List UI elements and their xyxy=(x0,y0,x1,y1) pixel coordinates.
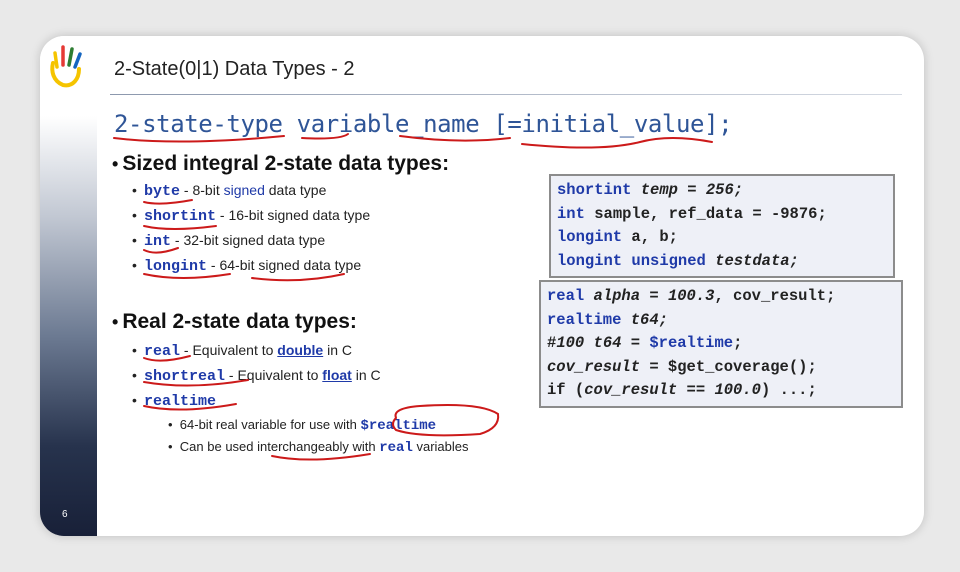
code-token: 100.3 xyxy=(667,287,715,305)
list-item: • int - 32-bit signed data type xyxy=(132,232,326,250)
sized-list: • byte - 8-bit signed data type • shortint… xyxy=(132,182,370,282)
code-box-integer-declarations: shortint temp = 256; int sample, ref_data… xyxy=(549,174,895,278)
code-token: sample, ref_data = -9876; xyxy=(594,204,827,223)
code-token: longint xyxy=(557,228,632,246)
list-item: • 64-bit real variable for use with $rea… xyxy=(168,417,437,434)
code-token: alpha xyxy=(593,287,641,305)
code-line: realtime t64; xyxy=(547,309,895,333)
code-token: # xyxy=(547,334,557,352)
code-token: cov_result xyxy=(547,357,641,376)
code-token: temp xyxy=(640,181,678,199)
code-line: shortint temp = 256; xyxy=(557,179,887,203)
code-token: shortint xyxy=(557,181,641,199)
code-line: #100 t64 = $realtime; xyxy=(547,332,895,356)
code-token: = xyxy=(677,181,706,199)
code-box-real-declarations: real alpha = 100.3, cov_result; realtime … xyxy=(539,280,903,408)
code-line: longint unsigned testdata; xyxy=(557,250,887,274)
code-token: , cov_result; xyxy=(714,287,836,305)
title-divider xyxy=(110,94,902,95)
list-item: • realtime xyxy=(132,392,217,410)
syntax-line: 2-state-type variable_name [=initial_val… xyxy=(114,110,733,138)
code-token: ) ...; xyxy=(760,381,817,399)
code-token: $realtime xyxy=(649,334,734,352)
code-token: t64; xyxy=(630,310,668,329)
realtime-sublist: • 64-bit real variable for use with $rea… xyxy=(168,417,469,461)
slide-title: 2-State(0|1) Data Types - 2 xyxy=(114,58,355,80)
code-token: int xyxy=(557,204,595,223)
real-heading: • Real 2-state data types: xyxy=(112,310,357,333)
code-token: = xyxy=(640,287,668,305)
code-line: int sample, ref_data = -9876; xyxy=(557,203,887,227)
code-token: = $get_coverage(); xyxy=(640,357,817,376)
code-token: ; xyxy=(733,334,743,352)
code-token: a, b; xyxy=(631,228,678,246)
sized-heading: • Sized integral 2-state data types: xyxy=(112,152,450,175)
hand-logo-icon xyxy=(50,45,82,88)
code-line: if (cov_result == 100.0) ...; xyxy=(547,379,895,403)
code-token: cov_result xyxy=(584,381,678,399)
code-line: longint a, b; xyxy=(557,226,887,250)
code-token: 100.0 xyxy=(714,381,761,399)
slide: 6 2-State(0|1) Data Types - 2 2-state-ty… xyxy=(40,36,924,536)
code-line: real alpha = 100.3, cov_result; xyxy=(547,285,895,309)
list-item: • shortint - 16-bit signed data type xyxy=(132,207,371,225)
code-token: if ( xyxy=(547,381,585,399)
code-token: testdata; xyxy=(715,251,799,270)
code-token: == xyxy=(677,381,715,399)
list-item: • shortreal - Equivalent to float in C xyxy=(132,367,381,385)
slide-sidebar: 6 xyxy=(40,36,97,536)
code-token: 100 t64 xyxy=(556,334,622,352)
list-item: • Can be used interchangeably with real … xyxy=(168,439,469,456)
code-token: = xyxy=(621,334,650,352)
code-line: cov_result = $get_coverage(); xyxy=(547,356,895,380)
list-item: • real - Equivalent to double in C xyxy=(132,342,352,360)
code-token: realtime xyxy=(547,310,631,329)
list-item: • longint - 64-bit signed data type xyxy=(132,257,362,275)
code-token: longint unsigned xyxy=(557,251,716,270)
page-number: 6 xyxy=(62,509,68,520)
code-token: 256; xyxy=(705,181,744,199)
code-token: real xyxy=(547,287,594,305)
list-item: • byte - 8-bit signed data type xyxy=(132,182,327,200)
real-list: • real - Equivalent to double in C • short… xyxy=(132,342,381,417)
